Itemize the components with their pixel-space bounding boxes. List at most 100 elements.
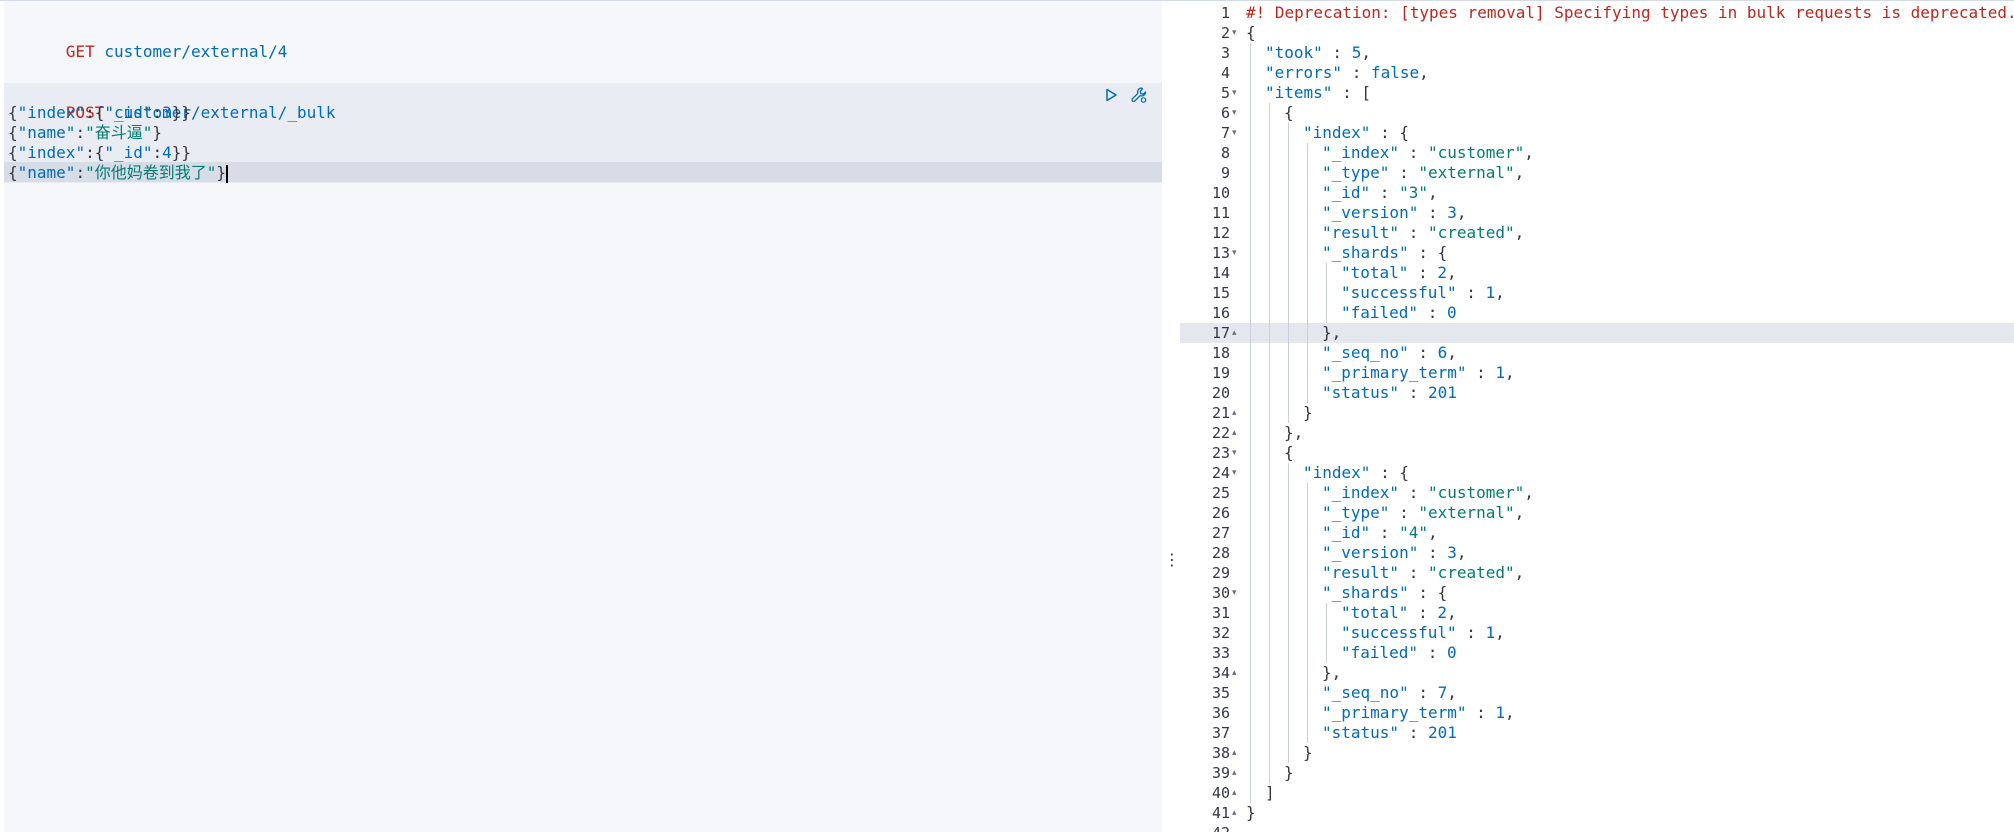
code-token: , <box>1505 703 1515 722</box>
request-line-get[interactable]: GET customer/external/4 <box>8 22 288 61</box>
line-number: 17 <box>1211 324 1230 342</box>
code-token: "_id" <box>1322 183 1371 202</box>
code-token: } <box>1303 743 1313 762</box>
code-token: : <box>1418 303 1447 322</box>
code-token: "status" <box>1322 723 1400 742</box>
code-token: : <box>1399 143 1428 162</box>
code-token: : <box>1466 703 1496 722</box>
fold-close-icon[interactable]: ▴ <box>1232 763 1242 783</box>
indent-guide <box>1326 603 1327 663</box>
code-token: : <box>1408 603 1438 622</box>
line-number: 42 <box>1180 823 1230 832</box>
code-token: : <box>1399 223 1428 242</box>
fold-open-icon[interactable]: ▾ <box>1232 443 1242 463</box>
fold-open-icon[interactable]: ▾ <box>1232 463 1242 483</box>
response-line: } <box>1284 763 1294 783</box>
resize-handle-icon[interactable]: ⋮ <box>1164 549 1180 571</box>
indent-guide <box>1307 143 1308 403</box>
code-token: "_id" <box>104 103 153 122</box>
code-token: : <box>1322 43 1352 62</box>
code-token: , <box>1524 483 1534 502</box>
code-token: 4 <box>162 143 172 162</box>
fold-close-icon[interactable]: ▴ <box>1232 783 1242 803</box>
fold-close-icon[interactable]: ▴ <box>1232 743 1242 763</box>
code-token: "_type" <box>1322 163 1390 182</box>
fold-open-icon[interactable]: ▾ <box>1232 583 1242 603</box>
code-token: { <box>1246 23 1256 42</box>
play-icon[interactable] <box>1101 85 1121 105</box>
request-body-line[interactable]: {"name":"你他妈卷到我了"} <box>8 163 228 183</box>
response-line: "_seq_no" : 7, <box>1322 683 1457 703</box>
line-number: 6 <box>1220 104 1230 122</box>
code-token: { <box>1284 443 1294 462</box>
fold-open-icon[interactable]: ▾ <box>1232 103 1242 123</box>
response-viewer[interactable]: 1 2 ▾ 3 4 5 ▾ 6 ▾ 7 ▾ 8 9 10 11 12 13 ▾ 14 15 16 17 ▴ 18 19 20 21 ▴… <box>1180 1 2014 832</box>
request-editor[interactable]: GET customer/external/4 POST customer/ex… <box>4 1 1162 832</box>
code-token: : <box>1370 183 1400 202</box>
line-number: 37 <box>1211 724 1230 742</box>
fold-open-icon[interactable]: ▾ <box>1232 123 1242 143</box>
fold-close-icon[interactable]: ▴ <box>1232 663 1242 683</box>
fold-open-icon[interactable]: ▾ <box>1232 83 1242 103</box>
line-number: 9 <box>1220 164 1230 182</box>
code-token: ] <box>1265 783 1275 802</box>
code-token: : <box>1466 363 1496 382</box>
code-token: "_version" <box>1322 543 1419 562</box>
code-token: "_shards" <box>1322 583 1409 602</box>
fold-open-icon[interactable]: ▾ <box>1232 23 1242 43</box>
line-number: 10 <box>1211 184 1230 202</box>
request-body-line[interactable]: {"index":{"_id":4}} <box>8 143 191 163</box>
fold-open-icon[interactable]: ▾ <box>1232 243 1242 263</box>
code-token: : <box>1342 63 1371 82</box>
code-token: "_seq_no" <box>1322 343 1409 362</box>
line-number: 1 <box>1220 4 1230 22</box>
code-token: , <box>1427 183 1438 202</box>
wrench-icon[interactable] <box>1129 85 1149 105</box>
code-token: 1 <box>1495 703 1506 722</box>
response-line: } <box>1303 403 1313 423</box>
response-line: "_version" : 3, <box>1322 203 1467 223</box>
fold-close-icon[interactable]: ▴ <box>1232 423 1242 443</box>
response-line: } <box>1303 743 1313 763</box>
indent-guide <box>1326 263 1327 323</box>
response-line: { <box>1284 443 1294 463</box>
code-token: , <box>1514 163 1525 182</box>
code-token: : <box>152 143 163 162</box>
request-line-post[interactable]: POST customer/external/_bulk <box>8 83 336 122</box>
code-token: , <box>1524 143 1534 162</box>
fold-close-icon[interactable]: ▴ <box>1232 403 1242 423</box>
response-line: "total" : 2, <box>1341 603 1457 623</box>
code-token: :{ <box>85 103 105 122</box>
response-line: "_primary_term" : 1, <box>1322 703 1515 723</box>
request-body-line[interactable]: {"index":{"_id":3}} <box>8 103 191 123</box>
code-token: : <box>1418 643 1447 662</box>
code-token: }, <box>1322 323 1342 342</box>
code-token: 0 <box>1446 303 1457 322</box>
fold-close-icon[interactable]: ▴ <box>1232 803 1242 823</box>
response-line: "index" : { <box>1303 123 1409 143</box>
pane-divider <box>1162 1 1180 832</box>
code-token: "successful" <box>1341 283 1457 302</box>
code-token: false <box>1370 63 1420 82</box>
code-token: , <box>1456 543 1467 562</box>
active-line-highlight <box>1180 323 2014 343</box>
code-token: } <box>216 163 226 182</box>
response-line: } <box>1246 803 1256 823</box>
code-token: 2 <box>1437 263 1447 282</box>
response-line: "result" : "created", <box>1322 563 1524 583</box>
code-token: "_version" <box>1322 203 1419 222</box>
code-token: "result" <box>1322 223 1400 242</box>
code-token: , <box>1419 63 1429 82</box>
code-token: { <box>8 103 18 122</box>
code-token: "_shards" <box>1322 243 1409 262</box>
request-body-line[interactable]: {"name":"奋斗逼"} <box>8 123 162 143</box>
indent-guide <box>1250 43 1251 803</box>
code-token: : { <box>1370 123 1409 142</box>
code-token: { <box>8 163 18 182</box>
code-token: "index" <box>17 103 86 122</box>
line-number: 39 <box>1211 764 1230 782</box>
response-line: "_id" : "4", <box>1322 523 1438 543</box>
fold-close-icon[interactable]: ▴ <box>1232 323 1242 343</box>
code-token: "name" <box>17 123 76 142</box>
line-number: 2 <box>1220 24 1230 42</box>
